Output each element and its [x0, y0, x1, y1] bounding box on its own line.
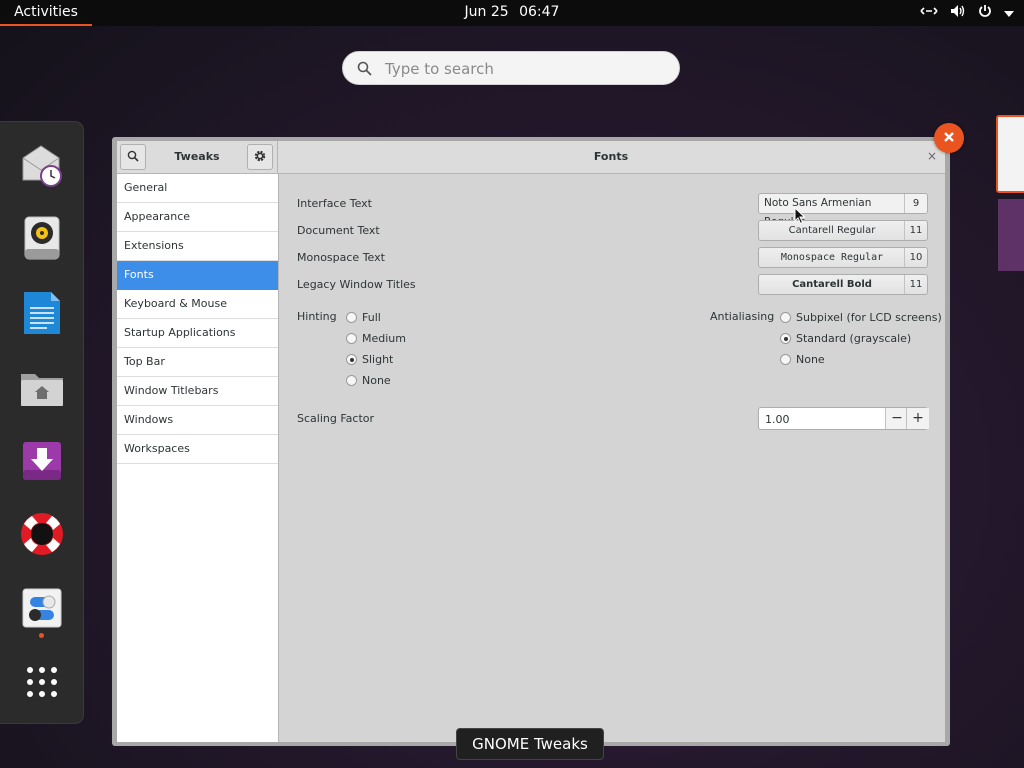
scaling-factor-label: Scaling Factor — [297, 412, 375, 425]
header-bar: Tweaks Fonts × — [117, 141, 945, 174]
font-size: 9 — [904, 194, 927, 213]
document-text-label: Document Text — [297, 224, 380, 237]
scaling-factor-input[interactable] — [763, 410, 885, 429]
workspace-thumbnail-active[interactable] — [996, 115, 1024, 193]
volume-icon[interactable] — [950, 4, 966, 22]
chevron-down-icon[interactable] — [1004, 6, 1014, 21]
font-size: 11 — [904, 275, 927, 294]
app-tooltip: GNOME Tweaks — [456, 728, 604, 760]
fonts-panel: Interface Text Noto Sans Armenian Regula… — [279, 174, 945, 742]
hinting-none-radio[interactable]: None — [346, 374, 391, 387]
font-size: 10 — [904, 248, 927, 267]
search-input[interactable] — [383, 57, 667, 81]
radio-label: None — [362, 374, 391, 387]
hinting-label: Hinting — [297, 310, 337, 323]
writer-document-icon[interactable] — [16, 287, 68, 339]
interface-font-button[interactable]: Noto Sans Armenian Regular 9 — [758, 193, 928, 228]
legacy-window-titles-label: Legacy Window Titles — [297, 278, 416, 291]
mail-clock-icon[interactable] — [16, 139, 68, 191]
search-box[interactable] — [342, 51, 680, 85]
overview-close-button[interactable] — [934, 123, 964, 153]
document-font-button[interactable]: Cantarell Regular 11 — [758, 220, 928, 241]
power-icon[interactable] — [978, 4, 992, 22]
radio-circle-checked — [780, 333, 791, 344]
hinting-full-radio[interactable]: Full — [346, 311, 381, 324]
monospace-text-label: Monospace Text — [297, 251, 385, 264]
system-tray[interactable] — [920, 0, 1014, 26]
radio-label: Standard (grayscale) — [796, 332, 912, 345]
antialiasing-none-radio[interactable]: None — [780, 353, 825, 366]
sidebar-item-window-titlebars[interactable]: Window Titlebars — [117, 377, 278, 406]
sidebar-title: Tweaks — [174, 150, 220, 163]
top-bar: Activities Jun 25 06:47 — [0, 0, 1024, 26]
decrement-button[interactable]: − — [885, 408, 908, 429]
search-button[interactable] — [120, 144, 146, 170]
mouse-pointer-icon — [794, 206, 806, 228]
sidebar-item-top-bar[interactable]: Top Bar — [117, 348, 278, 377]
font-name: Monospace Regular — [780, 252, 884, 263]
radio-circle — [780, 312, 791, 323]
search-icon — [127, 150, 139, 165]
radio-label: Medium — [362, 332, 406, 345]
legacy-titles-font-button[interactable]: Cantarell Bold 11 — [758, 274, 928, 295]
network-wired-icon[interactable] — [920, 5, 938, 21]
sidebar-item-general[interactable]: General — [117, 174, 278, 203]
software-download-icon[interactable] — [16, 435, 68, 487]
sidebar-item-workspaces[interactable]: Workspaces — [117, 435, 278, 464]
page-title: Fonts — [593, 150, 629, 163]
sidebar: General Appearance Extensions Fonts Keyb… — [117, 174, 279, 742]
rhythmbox-speaker-icon[interactable] — [16, 212, 68, 264]
clock-date: Jun 25 — [464, 4, 509, 20]
radio-label: None — [796, 353, 825, 366]
help-lifebuoy-icon[interactable] — [16, 508, 68, 560]
radio-label: Subpixel (for LCD screens) — [796, 311, 942, 324]
radio-circle — [346, 312, 357, 323]
font-size: 11 — [904, 221, 927, 240]
clock[interactable]: Jun 25 06:47 — [0, 0, 1024, 25]
home-folder-icon[interactable] — [16, 362, 68, 414]
search-icon — [357, 61, 372, 79]
font-name: Cantarell Regular — [788, 225, 876, 236]
monospace-font-button[interactable]: Monospace Regular 10 — [758, 247, 928, 268]
font-name: Cantarell Bold — [792, 279, 872, 290]
antialiasing-standard-radio[interactable]: Standard (grayscale) — [780, 332, 911, 345]
scaling-factor-spinbutton: − + — [758, 407, 929, 430]
settings-button[interactable] — [247, 144, 273, 170]
sidebar-item-fonts[interactable]: Fonts — [117, 261, 278, 290]
antialiasing-subpixel-radio[interactable]: Subpixel (for LCD screens) — [780, 311, 942, 324]
gear-icon — [253, 149, 267, 166]
increment-button[interactable]: + — [906, 408, 929, 429]
tweaks-toggles-icon[interactable] — [16, 582, 68, 634]
sidebar-item-extensions[interactable]: Extensions — [117, 232, 278, 261]
hinting-medium-radio[interactable]: Medium — [346, 332, 406, 345]
interface-text-label: Interface Text — [297, 197, 372, 210]
antialiasing-label: Antialiasing — [710, 310, 775, 323]
radio-circle — [346, 333, 357, 344]
radio-label: Full — [362, 311, 381, 324]
radio-label: Slight — [362, 353, 394, 366]
show-applications-icon[interactable] — [16, 656, 68, 708]
radio-circle — [346, 375, 357, 386]
radio-circle-checked — [346, 354, 357, 365]
workspace-thumbnail[interactable] — [998, 199, 1024, 271]
radio-circle — [780, 354, 791, 365]
close-icon — [943, 131, 955, 146]
hinting-slight-radio[interactable]: Slight — [346, 353, 393, 366]
sidebar-item-windows[interactable]: Windows — [117, 406, 278, 435]
sidebar-item-startup-applications[interactable]: Startup Applications — [117, 319, 278, 348]
sidebar-item-appearance[interactable]: Appearance — [117, 203, 278, 232]
running-indicator — [39, 633, 44, 638]
sidebar-item-keyboard-mouse[interactable]: Keyboard & Mouse — [117, 290, 278, 319]
clock-time: 06:47 — [519, 4, 560, 20]
